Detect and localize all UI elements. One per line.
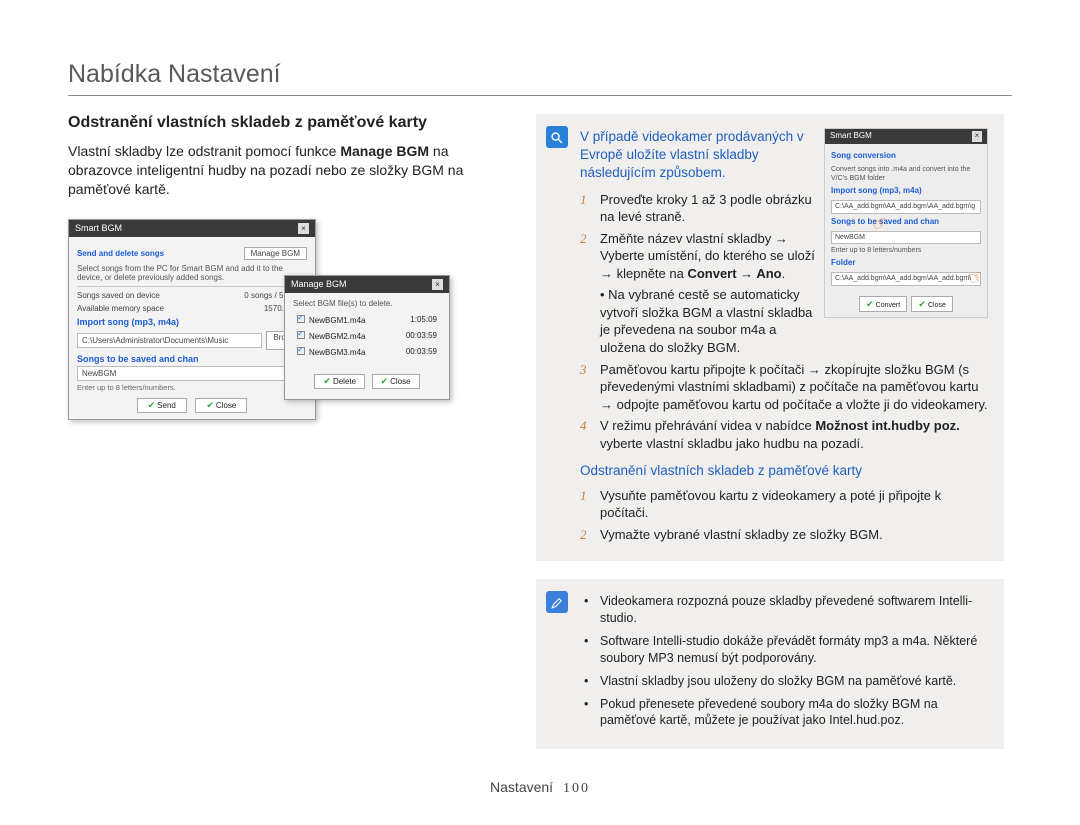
inset-title: Smart BGM — [830, 131, 872, 142]
info-box-europe: Smart BGM × Song conversion Convert song… — [536, 114, 1004, 561]
dlg1-sec1: Send and delete songs — [77, 249, 164, 258]
list-item[interactable]: NewBGM2.m4a 00:03:59 — [293, 328, 441, 344]
dlg1-row1-label: Songs saved on device — [77, 291, 160, 300]
inset-sec3: Songs to be saved and chan — [831, 217, 981, 228]
inset-sec2: Import song (mp3, m4a) — [831, 186, 981, 197]
inset-folder-input[interactable]: C:\AA_add.bgm\AA_add.bgm\AA_add.bgm\ — [831, 272, 981, 285]
bullet-icon: • — [580, 673, 600, 690]
checkbox-icon[interactable] — [297, 331, 305, 339]
list-item[interactable]: NewBGM1.m4a 1:05:09 — [293, 312, 441, 328]
step-number: 1 — [580, 487, 600, 522]
left-body-bold: Manage BGM — [340, 143, 429, 159]
checkbox-icon[interactable] — [297, 315, 305, 323]
dlg1-sec3: Songs to be saved and chan — [77, 354, 307, 364]
dlg1-path-input[interactable]: C:\Users\Administrator\Documents\Music — [77, 333, 262, 348]
pen-icon — [546, 591, 568, 613]
step-text: Vymažte vybrané vlastní skladby ze složk… — [600, 526, 988, 544]
note-text: Software Intelli-studio dokáže převádět … — [600, 633, 988, 667]
step-text: Vysuňte paměťovou kartu z videokamery a … — [600, 487, 988, 522]
inset-line1: Convert songs into .m4a and convert into… — [831, 165, 981, 184]
dlg2-title: Manage BGM — [291, 279, 347, 289]
step-text: V režimu přehrávání videa v nabídce Možn… — [600, 417, 988, 452]
step-number: 4 — [580, 417, 600, 452]
bullet-icon: • — [580, 593, 600, 627]
close-button[interactable]: ✔Close — [911, 296, 952, 312]
dlg1-name-input[interactable]: NewBGM — [77, 366, 307, 381]
close-icon[interactable]: × — [432, 279, 443, 290]
inset-path-input[interactable]: C:\AA_add.bgm\AA_add.bgm\AA_add.bgm\g — [831, 200, 981, 213]
left-body: Vlastní skladby lze odstranit pomocí fun… — [68, 142, 508, 199]
dlg1-row2-label: Available memory space — [77, 304, 164, 313]
inset-hint: Enter up to 8 letters/numbers — [831, 246, 981, 255]
bullet-icon: • — [580, 696, 600, 730]
step-number: 3 — [580, 361, 600, 414]
step-text: Změňte název vlastní skladby → Vyberte u… — [600, 230, 816, 283]
step-number: 1 — [580, 191, 600, 226]
note-text: Videokamera rozpozná pouze skladby převe… — [600, 593, 988, 627]
inset-name-input[interactable]: NewBGM — [831, 231, 981, 244]
convert-button[interactable]: ✔Convert — [859, 296, 907, 312]
page-footer: Nastavení 100 — [0, 779, 1080, 797]
smart-bgm-dialog: Smart BGM × Send and delete songs Manage… — [68, 219, 316, 420]
magnifier-icon — [546, 126, 568, 148]
bullet-icon: • — [580, 633, 600, 667]
dlg2-desc: Select BGM file(s) to delete. — [293, 299, 441, 308]
step-bullet: • Na vybrané cestě se automaticky vytvoř… — [600, 286, 816, 356]
delete-button[interactable]: ✔Delete — [314, 374, 365, 389]
list-item[interactable]: NewBGM3.m4a 00:03:59 — [293, 344, 441, 360]
page-title: Nabídka Nastavení — [68, 60, 1012, 89]
notes-box: •Videokamera rozpozná pouze skladby přev… — [536, 579, 1004, 749]
left-body-prefix: Vlastní skladby lze odstranit pomocí fun… — [68, 143, 340, 159]
dlg1-title: Smart BGM — [75, 223, 122, 233]
left-heading: Odstranění vlastních skladeb z paměťové … — [68, 114, 508, 132]
footer-label: Nastavení — [490, 779, 553, 795]
dlg1-hint: Enter up to 8 letters/numbers. — [77, 383, 307, 392]
left-screenshot: Smart BGM × Send and delete songs Manage… — [68, 219, 460, 499]
dlg1-desc: Select songs from the PC for Smart BGM a… — [77, 264, 307, 282]
dlg1-sec2: Import song (mp3, m4a) — [77, 317, 307, 327]
right-inset-screenshot: Smart BGM × Song conversion Convert song… — [824, 128, 988, 318]
step-number: 2 — [580, 230, 600, 283]
close-button[interactable]: ✔Close — [372, 374, 420, 389]
close-button[interactable]: ✔Close — [195, 398, 247, 413]
step-number: 2 — [580, 526, 600, 544]
manage-bgm-dialog: Manage BGM × Select BGM file(s) to delet… — [284, 275, 450, 400]
close-icon[interactable]: × — [298, 223, 309, 234]
step-text: Paměťovou kartu připojte k počítači → zk… — [600, 361, 988, 414]
page-number: 100 — [563, 781, 590, 796]
inset-sec4: Folder — [831, 258, 981, 269]
close-icon[interactable]: × — [972, 131, 982, 142]
send-button[interactable]: ✔Send — [137, 398, 187, 413]
note-text: Pokud přenesete převedené soubory m4a do… — [600, 696, 988, 730]
sub-title: Odstranění vlastních skladeb z paměťové … — [580, 462, 988, 480]
manage-bgm-button[interactable]: Manage BGM — [244, 247, 307, 260]
inset-sec1: Song conversion — [831, 151, 981, 162]
note-text: Vlastní skladby jsou uloženy do složky B… — [600, 673, 956, 690]
checkbox-icon[interactable] — [297, 347, 305, 355]
title-divider — [68, 95, 1012, 96]
step-text: Proveďte kroky 1 až 3 podle obrázku na l… — [600, 191, 816, 226]
